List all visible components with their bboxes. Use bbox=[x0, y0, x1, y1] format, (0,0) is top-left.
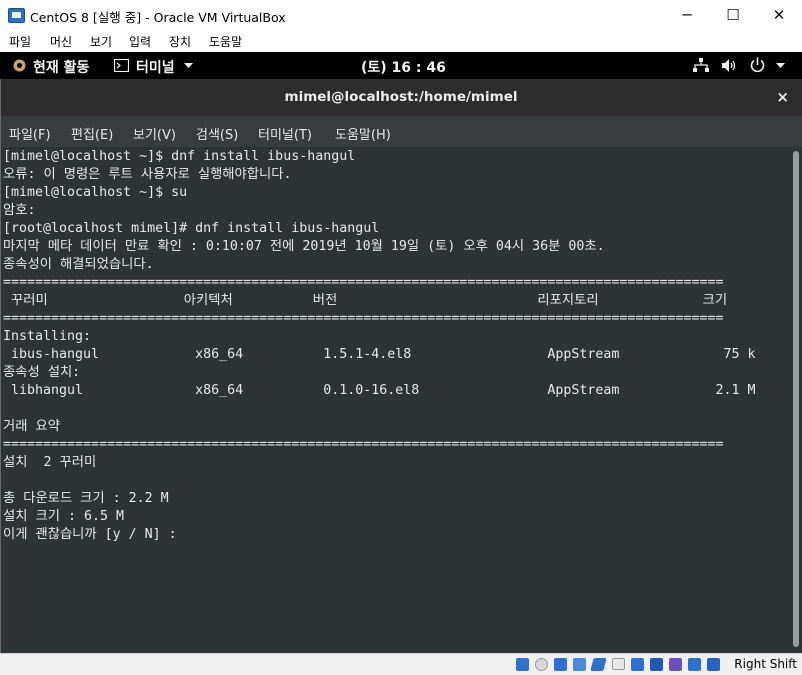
shared-folder-icon[interactable] bbox=[612, 658, 625, 670]
virtualbox-app-icon bbox=[8, 8, 25, 23]
terminal-menu-search[interactable]: 검색(S) bbox=[196, 124, 238, 143]
menu-machine[interactable]: 머신 bbox=[50, 33, 72, 50]
terminal-menubar: 파일(F) 편집(E) 보기(V) 검색(S) 터미널(T) 도움말(H) bbox=[0, 116, 802, 147]
terminal-line: 거래 요약 bbox=[3, 419, 60, 434]
menu-devices[interactable]: 장치 bbox=[169, 33, 191, 50]
terminal-scrollbar-thumb[interactable] bbox=[793, 151, 799, 647]
terminal-line: 꾸러미 아키텍처 버전 리포지토리 크기 bbox=[3, 293, 728, 308]
terminal-line: 종속성 설치: bbox=[3, 365, 81, 380]
window-titlebar: CentOS 8 [실행 중] - Oracle VM VirtualBox ─… bbox=[0, 0, 802, 31]
terminal-line: 총 다운로드 크기 : 2.2 M bbox=[3, 491, 169, 506]
menu-help[interactable]: 도움말 bbox=[209, 33, 242, 50]
terminal-line: [mimel@localhost ~]$ dnf install ibus-ha… bbox=[3, 149, 356, 164]
terminal-line: 암호: bbox=[3, 203, 36, 218]
app-menu-terminal[interactable]: 터미널 bbox=[136, 57, 175, 77]
display-icon[interactable] bbox=[631, 658, 644, 671]
network-icon[interactable] bbox=[573, 658, 586, 671]
window-title: CentOS 8 [실행 중] - Oracle VM VirtualBox bbox=[30, 10, 286, 25]
recording-icon[interactable] bbox=[650, 658, 663, 671]
vrde-icon[interactable] bbox=[669, 658, 682, 671]
terminal-line: ========================================… bbox=[3, 437, 724, 452]
close-button[interactable]: ✕ bbox=[756, 0, 802, 30]
terminal-line: [root@localhost mimel]# dnf install ibus… bbox=[3, 221, 380, 236]
audio-icon[interactable] bbox=[554, 658, 567, 671]
terminal-line: 이게 괜찮습니까 [y / N] : bbox=[3, 527, 177, 542]
terminal-line: 설치 크기 : 6.5 M bbox=[3, 509, 124, 524]
gnome-top-panel: 현재 활동 터미널 (토) 16 : 46 bbox=[0, 52, 802, 79]
power-icon bbox=[750, 57, 765, 73]
terminal-menu-terminal[interactable]: 터미널(T) bbox=[258, 124, 312, 143]
terminal-scrollbar[interactable] bbox=[791, 147, 802, 653]
terminal-line: 설치 2 꾸러미 bbox=[3, 455, 97, 470]
terminal-line: 마지막 메타 데이터 만료 확인 : 0:10:07 전에 2019년 10월 … bbox=[3, 239, 605, 254]
terminal-title: mimel@localhost:/home/mimel bbox=[284, 89, 518, 105]
terminal-text: [mimel@localhost ~]$ dnf install ibus-ha… bbox=[3, 148, 756, 544]
terminal-line: ========================================… bbox=[3, 275, 724, 290]
usb-icon[interactable] bbox=[590, 658, 607, 671]
terminal-output[interactable]: [mimel@localhost ~]$ dnf install ibus-ha… bbox=[0, 147, 791, 653]
terminal-headerbar: mimel@localhost:/home/mimel × bbox=[0, 79, 802, 116]
minimize-button[interactable]: ─ bbox=[664, 0, 710, 30]
terminal-line: ========================================… bbox=[3, 311, 724, 326]
chevron-down-icon bbox=[184, 63, 193, 68]
terminal-app-icon bbox=[114, 59, 129, 72]
volume-icon bbox=[722, 59, 736, 72]
terminal-line: Installing: bbox=[3, 329, 92, 344]
keyboard-icon[interactable] bbox=[707, 658, 720, 671]
menu-view[interactable]: 보기 bbox=[90, 33, 112, 50]
terminal-close-button[interactable]: × bbox=[776, 88, 789, 106]
terminal-line: 종속성이 해결되었습니다. bbox=[3, 257, 154, 272]
vbox-menubar: 파일 머신 보기 입력 장치 도움말 bbox=[0, 30, 802, 52]
terminal-menu-help[interactable]: 도움말(H) bbox=[335, 124, 391, 143]
hdd-icon[interactable] bbox=[516, 658, 529, 671]
terminal-menu-view[interactable]: 보기(V) bbox=[133, 124, 176, 143]
clock[interactable]: (토) 16 : 46 bbox=[361, 57, 446, 77]
menu-file[interactable]: 파일 bbox=[9, 33, 31, 50]
network-wired-icon bbox=[693, 58, 709, 72]
vbox-statusbar: Right Shift bbox=[0, 653, 802, 675]
activities-icon bbox=[13, 59, 26, 72]
terminal-menu-edit[interactable]: 편집(E) bbox=[71, 124, 113, 143]
menu-input[interactable]: 입력 bbox=[129, 33, 151, 50]
activities-button[interactable]: 현재 활동 bbox=[33, 57, 89, 77]
maximize-button[interactable]: ☐ bbox=[710, 0, 756, 30]
terminal-line: ibus-hangul x86_64 1.5.1-4.el8 AppStream… bbox=[3, 347, 756, 362]
terminal-line: libhangul x86_64 0.1.0-16.el8 AppStream … bbox=[3, 383, 756, 398]
host-key-label: Right Shift bbox=[734, 657, 797, 671]
optical-icon[interactable] bbox=[535, 658, 548, 671]
terminal-line: [mimel@localhost ~]$ su bbox=[3, 185, 188, 200]
terminal-menu-file[interactable]: 파일(F) bbox=[9, 124, 51, 143]
system-menu-chevron-icon bbox=[776, 63, 785, 68]
window-border bbox=[0, 79, 1, 653]
terminal-line: 오류: 이 명령은 루트 사용자로 실행해야합니다. bbox=[3, 167, 292, 182]
cpu-icon[interactable] bbox=[688, 658, 701, 671]
